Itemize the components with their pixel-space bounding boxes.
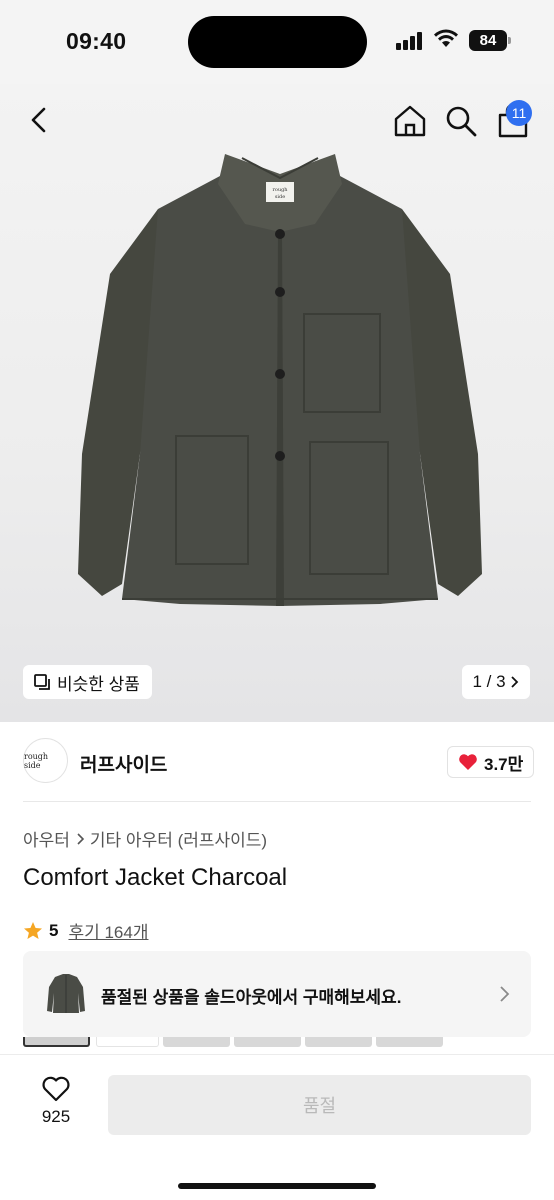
brand-logo[interactable]: rough side	[23, 738, 68, 783]
heart-outline-icon	[42, 1076, 70, 1102]
wifi-icon	[434, 29, 458, 47]
battery-tip	[508, 37, 511, 44]
home-icon[interactable]	[391, 102, 429, 140]
status-bar: 09:40 84	[0, 0, 554, 84]
product-image-carousel[interactable]: rough side 비슷한 상품 1 / 3	[0, 84, 554, 722]
similar-products-label: 비슷한 상품	[57, 674, 140, 694]
rating-row: 5 후기 164개	[23, 918, 148, 943]
home-indicator	[178, 1183, 376, 1189]
breadcrumb-item[interactable]: 아우터	[23, 826, 70, 851]
soldout-market-banner[interactable]: 품절된 상품을 솔드아웃에서 구매해보세요.	[23, 951, 531, 1037]
soldout-buy-button[interactable]: 품절	[108, 1075, 531, 1135]
star-icon	[24, 921, 42, 939]
product-thumbnail	[47, 974, 85, 1013]
jacket-brand-tag: rough	[272, 187, 288, 193]
back-arrow-icon[interactable]	[22, 102, 58, 138]
chevron-right-icon	[500, 986, 510, 1002]
product-image: rough side	[78, 154, 482, 606]
option-swatch[interactable]	[163, 1037, 230, 1047]
copy-icon	[34, 674, 50, 690]
chevron-right-icon	[510, 676, 518, 688]
search-icon[interactable]	[442, 102, 480, 140]
option-swatch[interactable]	[23, 1037, 90, 1047]
wishlist-button[interactable]: 925	[26, 1075, 86, 1139]
brand-name[interactable]: 러프사이드	[80, 750, 167, 777]
divider	[23, 801, 531, 802]
product-title: Comfort Jacket Charcoal	[23, 864, 288, 891]
rating-value: 5	[49, 920, 59, 940]
breadcrumb-item[interactable]: 기타 아우터 (러프사이드)	[90, 826, 267, 851]
signal-icon	[396, 32, 426, 50]
similar-products-button[interactable]: 비슷한 상품	[23, 665, 152, 699]
brand-row: rough side 러프사이드 3.7만	[0, 722, 554, 802]
chevron-right-icon	[77, 832, 85, 845]
battery-indicator: 84	[469, 30, 507, 51]
option-swatch[interactable]	[376, 1037, 443, 1047]
option-swatch[interactable]	[234, 1037, 301, 1047]
bottom-action-bar: 925 품절	[0, 1054, 554, 1200]
option-swatches	[0, 1037, 554, 1049]
cart-count-badge: 11	[506, 100, 532, 126]
svg-text:side: side	[275, 194, 285, 200]
status-time: 09:40	[66, 28, 127, 54]
brand-like-count: 3.7만	[484, 754, 524, 774]
heart-icon	[459, 754, 477, 770]
option-swatch[interactable]	[305, 1037, 372, 1047]
reviews-link[interactable]: 후기 164개	[68, 918, 148, 943]
option-swatch[interactable]	[96, 1037, 159, 1047]
brand-like-button[interactable]: 3.7만	[447, 746, 535, 778]
image-page-indicator[interactable]: 1 / 3	[462, 665, 530, 699]
wishlist-count: 925	[41, 1107, 71, 1126]
dynamic-island	[188, 16, 367, 68]
breadcrumb: 아우터 기타 아우터 (러프사이드)	[23, 826, 267, 851]
page-indicator-text: 1 / 3	[472, 672, 506, 691]
banner-text: 품절된 상품을 솔드아웃에서 구매해보세요.	[101, 988, 402, 1007]
